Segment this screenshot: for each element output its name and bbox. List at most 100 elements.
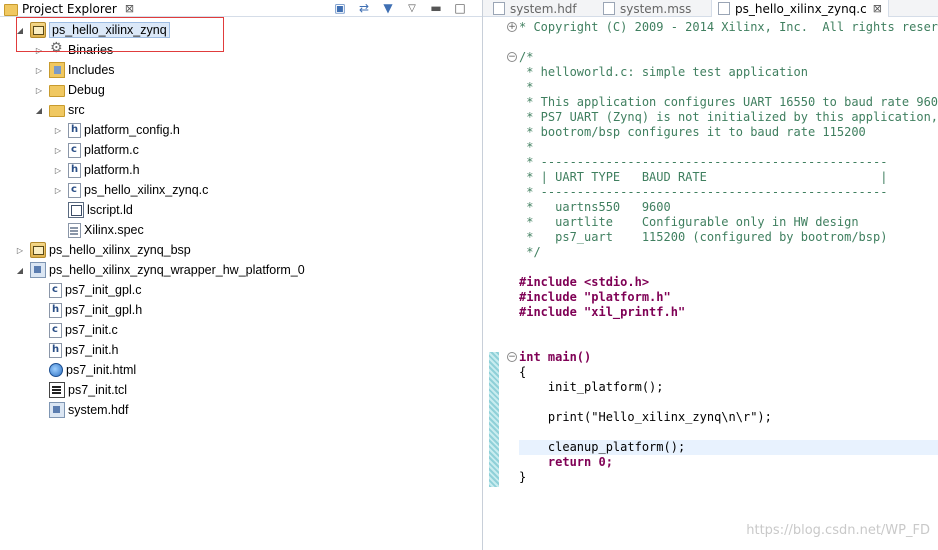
close-icon[interactable]: ⊠ [873, 2, 882, 15]
project-explorer-icon [4, 3, 18, 16]
collapsed-twisty-icon[interactable]: ▷ [52, 124, 64, 136]
expanded-twisty-icon[interactable]: ◢ [14, 264, 26, 276]
tab-project-explorer[interactable]: Project Explorer ⊠ [0, 0, 134, 17]
code-line: int main() [519, 350, 592, 364]
tree-item-label: ps7_init.c [65, 323, 118, 337]
code-line: */ [519, 245, 541, 259]
tab-system-hdf[interactable]: system.hdf [493, 0, 577, 17]
tree-item-debug[interactable]: ▷ Debug [33, 80, 105, 100]
code-line: * | UART TYPE BAUD RATE | [519, 170, 888, 184]
tree-item-ps7-init-h[interactable]: h ps7_init.h [33, 340, 119, 360]
collapsed-twisty-icon[interactable]: ▷ [52, 144, 64, 156]
code-line: * [519, 80, 534, 94]
h-file-icon: h [68, 122, 81, 138]
tree-item-label: ps_hello_xilinx_zynq_wrapper_hw_platform… [49, 263, 305, 277]
tree-item-platform-h[interactable]: ▷ h platform.h [52, 160, 140, 180]
c-file-icon: c [68, 142, 81, 158]
tree-item-label: src [68, 103, 85, 117]
code-line: * uartlite Configurable only in HW desig… [519, 215, 859, 229]
current-code-line: cleanup_platform(); [519, 440, 938, 455]
editor-tabbar: system.hdf system.mss ps_hello_xilinx_zy… [483, 0, 938, 17]
tree-item-ps7-init-c[interactable]: c ps7_init.c [33, 320, 118, 340]
tree-item-platform-c[interactable]: ▷ c platform.c [52, 140, 139, 160]
tree-item-ps-hello-c[interactable]: ▷ c ps_hello_xilinx_zynq.c [52, 180, 208, 200]
tab-system-mss[interactable]: system.mss [603, 0, 691, 17]
code-line: init_platform(); [519, 380, 664, 394]
tree-item-label: Includes [68, 63, 115, 77]
hw-platform-icon [30, 262, 46, 278]
tree-item-hw-platform[interactable]: ◢ ps_hello_xilinx_zynq_wrapper_hw_platfo… [14, 260, 305, 280]
tree-item-ps7-init-tcl[interactable]: ps7_init.tcl [33, 380, 127, 400]
tree-item-label: ps7_init_gpl.h [65, 303, 143, 317]
tree-item-label: ps7_init_gpl.c [65, 283, 142, 297]
linker-script-icon [68, 202, 84, 218]
tree-item-label: ps_hello_xilinx_zynq_bsp [49, 243, 191, 257]
tree-item-label: ps7_init.h [65, 343, 119, 357]
bsp-project-icon [30, 242, 46, 258]
collapse-all-icon[interactable]: ▣ [332, 1, 348, 15]
h-file-icon: h [68, 162, 81, 178]
tree-item-bsp[interactable]: ▷ ps_hello_xilinx_zynq_bsp [14, 240, 191, 260]
collapsed-twisty-icon[interactable]: ▷ [14, 244, 26, 256]
tree-item-ps7-init-html[interactable]: ps7_init.html [33, 360, 136, 380]
tree-item-platform-config-h[interactable]: ▷ h platform_config.h [52, 120, 180, 140]
close-icon[interactable]: ⊠ [125, 2, 134, 15]
tab-label: ps_hello_xilinx_zynq.c [735, 1, 867, 16]
project-explorer-tabbar: Project Explorer ⊠ ▣ ⇄ ▼ ▽ ▬ □ [0, 0, 482, 17]
fold-collapse-icon[interactable]: − [507, 52, 517, 62]
tree-item-xilinx-spec[interactable]: Xilinx.spec [52, 220, 144, 240]
minimize-icon[interactable]: ▬ [428, 1, 444, 15]
tcl-file-icon [49, 382, 65, 398]
change-marker-bar [489, 352, 499, 487]
collapsed-twisty-icon[interactable]: ▷ [33, 84, 45, 96]
mss-file-icon [603, 2, 615, 15]
code-line: #include <stdio.h> [519, 275, 650, 289]
tree-item-label: Xilinx.spec [84, 223, 144, 237]
tree-item-src[interactable]: ◢ src [33, 100, 85, 120]
tree-item-includes[interactable]: ▷ Includes [33, 60, 115, 80]
code-line: return 0; [519, 455, 613, 469]
code-line: /* [519, 50, 534, 64]
collapsed-twisty-icon[interactable]: ▷ [52, 164, 64, 176]
code-line: print("Hello_xilinx_zynq\n\r"); [519, 410, 772, 424]
c-file-icon: c [49, 282, 62, 298]
code-line: #include "xil_printf.h" [519, 305, 686, 319]
code-line: * bootrom/bsp configures it to baud rate… [519, 125, 866, 139]
includes-icon [49, 62, 65, 78]
code-line: * PS7 UART (Zynq) is not initialized by … [519, 110, 938, 124]
folder-icon [49, 85, 65, 97]
html-file-icon [49, 363, 63, 377]
tree-item-lscript[interactable]: lscript.ld [52, 200, 133, 220]
tree-item-label: platform.h [84, 163, 140, 177]
link-with-editor-icon[interactable]: ⇄ [356, 1, 372, 15]
h-file-icon: h [49, 302, 62, 318]
tab-label: system.mss [620, 1, 692, 16]
tree-item-ps7-init-gpl-h[interactable]: h ps7_init_gpl.h [33, 300, 142, 320]
view-menu-icon[interactable]: ▽ [404, 1, 420, 15]
filter-icon[interactable]: ▼ [380, 1, 396, 15]
code-line: { [519, 365, 527, 379]
tree-item-label: platform_config.h [84, 123, 180, 137]
maximize-icon[interactable]: □ [452, 1, 468, 15]
collapsed-twisty-icon[interactable]: ▷ [52, 184, 64, 196]
tab-label: system.hdf [510, 1, 577, 16]
c-file-icon: c [49, 322, 62, 338]
tab-ps-hello-c[interactable]: ps_hello_xilinx_zynq.c ⊠ [711, 0, 889, 17]
annotation-highlight-box [16, 17, 224, 52]
c-file-icon [718, 2, 730, 15]
c-file-icon: c [68, 182, 81, 198]
fold-collapse-icon[interactable]: − [507, 352, 517, 362]
tree-item-label: platform.c [84, 143, 139, 157]
tree-item-system-hdf[interactable]: system.hdf [33, 400, 128, 420]
editor-pane: system.hdf system.mss ps_hello_xilinx_zy… [483, 0, 938, 550]
tree-item-label: system.hdf [68, 403, 129, 417]
fold-expand-icon[interactable]: + [507, 22, 517, 32]
code-line: * Copyright (C) 2009 - 2014 Xilinx, Inc.… [519, 20, 938, 34]
collapsed-twisty-icon[interactable]: ▷ [33, 64, 45, 76]
tree-item-label: ps7_init.html [66, 363, 137, 377]
code-line: * [519, 140, 534, 154]
tree-item-ps7-init-gpl-c[interactable]: c ps7_init_gpl.c [33, 280, 141, 300]
code-line: * ps7_uart 115200 (configured by bootrom… [519, 230, 888, 244]
expanded-twisty-icon[interactable]: ◢ [33, 104, 45, 116]
watermark-text: https://blog.csdn.net/WP_FD [746, 523, 930, 538]
